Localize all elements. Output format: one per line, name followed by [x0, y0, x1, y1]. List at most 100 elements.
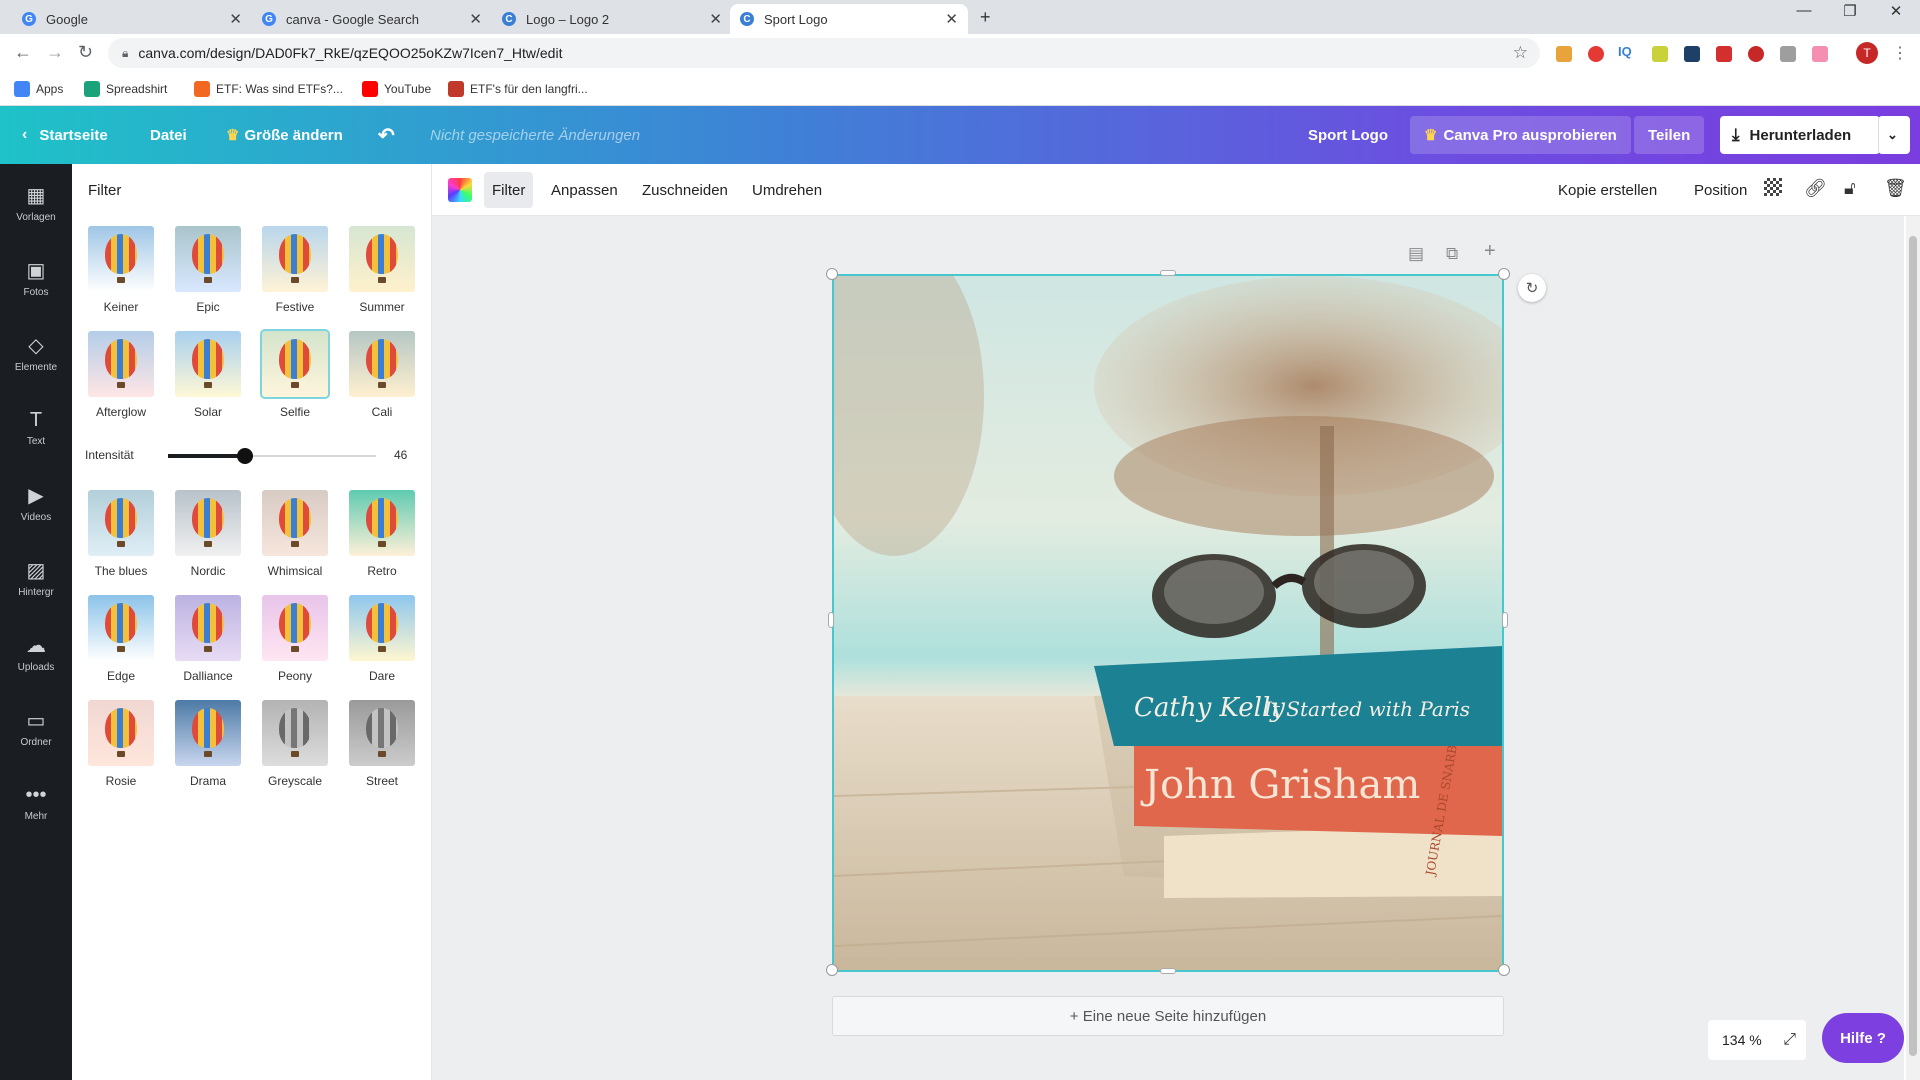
- filter-option[interactable]: The blues: [88, 490, 154, 578]
- link-icon[interactable]: 🔗︎: [1804, 178, 1827, 199]
- resize-handle[interactable]: [1498, 268, 1510, 280]
- position-button[interactable]: Position: [1686, 172, 1755, 208]
- filter-option[interactable]: Dare: [349, 595, 415, 683]
- canva-pro-button[interactable]: ♛ Canva Pro ausprobieren: [1410, 116, 1631, 154]
- close-tab-icon[interactable]: ✕: [229, 10, 242, 28]
- forward-icon[interactable]: →: [46, 42, 64, 63]
- help-button[interactable]: Hilfe ?: [1822, 1013, 1904, 1063]
- tab-crop[interactable]: Zuschneiden: [634, 172, 736, 208]
- transparency-icon[interactable]: [1764, 178, 1782, 196]
- tab-adjust[interactable]: Anpassen: [543, 172, 626, 208]
- add-page-button[interactable]: + Eine neue Seite hinzufügen: [832, 996, 1504, 1036]
- filter-option[interactable]: Keiner: [88, 226, 154, 314]
- intensity-slider-handle[interactable]: [236, 448, 253, 464]
- extension-icon[interactable]: IQ: [1618, 44, 1632, 59]
- browser-tab[interactable]: C Logo – Logo 2 ✕: [492, 4, 732, 34]
- extension-icon[interactable]: [1716, 46, 1732, 62]
- new-tab-icon[interactable]: +: [980, 7, 991, 28]
- adblock-icon[interactable]: [1748, 46, 1764, 62]
- file-menu-button[interactable]: Datei: [150, 106, 187, 164]
- close-tab-icon[interactable]: ✕: [945, 10, 958, 28]
- resize-handle[interactable]: [1502, 612, 1508, 628]
- filter-option[interactable]: Edge: [88, 595, 154, 683]
- document-title[interactable]: Sport Logo: [1308, 106, 1388, 164]
- filter-option[interactable]: Peony: [262, 595, 328, 683]
- home-button[interactable]: ‹ Startseite: [22, 106, 108, 164]
- tab-filter[interactable]: Filter: [484, 172, 534, 208]
- rail-item-videos[interactable]: ▶ Videos: [0, 466, 72, 540]
- rail-item-mehr[interactable]: ••• Mehr: [0, 766, 72, 840]
- extension-icon[interactable]: [1812, 46, 1828, 62]
- resize-handle[interactable]: [826, 268, 838, 280]
- rail-item-fotos[interactable]: ▣ Fotos: [0, 241, 72, 315]
- filter-option[interactable]: Whimsical: [262, 490, 328, 578]
- filter-option[interactable]: Festive: [262, 226, 328, 314]
- minimize-icon[interactable]: —: [1784, 2, 1824, 19]
- share-button[interactable]: Teilen: [1634, 116, 1705, 154]
- filter-option[interactable]: Nordic: [175, 490, 241, 578]
- restore-icon[interactable]: ❐: [1830, 2, 1870, 20]
- rail-item-elemente[interactable]: ◇ Elemente: [0, 316, 72, 390]
- browser-tab[interactable]: C Sport Logo ✕: [730, 4, 968, 34]
- filter-option[interactable]: Street: [349, 700, 415, 788]
- fullscreen-icon[interactable]: ⤢: [1783, 1031, 1796, 1049]
- filter-option[interactable]: Selfie: [260, 329, 330, 419]
- zoom-control[interactable]: 134 % ⤢: [1708, 1020, 1806, 1060]
- filter-option[interactable]: Epic: [175, 226, 241, 314]
- resize-handle[interactable]: [1160, 270, 1176, 276]
- back-icon[interactable]: ←: [14, 42, 32, 63]
- profile-avatar[interactable]: T: [1856, 42, 1878, 64]
- filter-option[interactable]: Summer: [349, 226, 415, 314]
- duplicate-button[interactable]: Kopie erstellen: [1550, 172, 1665, 208]
- filter-option[interactable]: Retro: [349, 490, 415, 578]
- filter-option[interactable]: Cali: [349, 331, 415, 419]
- bookmark-item[interactable]: Apps: [14, 81, 63, 97]
- rail-item-text[interactable]: T Text: [0, 391, 72, 465]
- resize-handle[interactable]: [1160, 968, 1176, 974]
- bookmark-item[interactable]: ETF's für den langfri...: [448, 81, 588, 97]
- filter-option[interactable]: Afterglow: [88, 331, 154, 419]
- resize-handle[interactable]: [828, 612, 834, 628]
- bookmark-item[interactable]: YouTube: [362, 81, 431, 97]
- filter-option[interactable]: Greyscale: [262, 700, 328, 788]
- copy-page-icon[interactable]: ⧉: [1446, 244, 1458, 264]
- rail-item-hintergr[interactable]: ▨ Hintergr: [0, 541, 72, 615]
- note-icon[interactable]: ▤: [1408, 244, 1424, 264]
- undo-icon[interactable]: ↶: [378, 106, 395, 164]
- filter-option[interactable]: Dalliance: [175, 595, 241, 683]
- resize-button[interactable]: ♛ Größe ändern: [226, 106, 343, 164]
- add-page-icon[interactable]: +: [1484, 240, 1496, 263]
- download-options-button[interactable]: ⌄: [1878, 116, 1910, 154]
- rotate-handle-icon[interactable]: ↻: [1518, 274, 1546, 302]
- filter-option[interactable]: Rosie: [88, 700, 154, 788]
- extension-icon[interactable]: [1652, 46, 1668, 62]
- bookmark-star-icon[interactable]: ☆: [1513, 43, 1528, 63]
- close-tab-icon[interactable]: ✕: [709, 10, 722, 28]
- download-button[interactable]: ⤓ Herunterladen: [1720, 116, 1880, 154]
- filter-option[interactable]: Solar: [175, 331, 241, 419]
- bookmark-item[interactable]: ETF: Was sind ETFs?...: [194, 81, 343, 97]
- close-tab-icon[interactable]: ✕: [469, 10, 482, 28]
- extension-icon[interactable]: [1556, 46, 1572, 62]
- bookmark-item[interactable]: Spreadshirt: [84, 81, 167, 97]
- color-swatch-icon[interactable]: [448, 178, 472, 202]
- tab-flip[interactable]: Umdrehen: [744, 172, 830, 208]
- lock-icon[interactable]: 🔓︎: [1844, 178, 1856, 199]
- close-window-icon[interactable]: ✕: [1876, 2, 1916, 20]
- browser-tab[interactable]: G Google ✕: [12, 4, 252, 34]
- resize-handle[interactable]: [1498, 964, 1510, 976]
- rail-item-uploads[interactable]: ☁ Uploads: [0, 616, 72, 690]
- extension-icon[interactable]: [1588, 46, 1604, 62]
- extension-icon[interactable]: [1780, 46, 1796, 62]
- reload-icon[interactable]: ↻: [78, 42, 93, 63]
- extension-icon[interactable]: [1684, 46, 1700, 62]
- browser-menu-icon[interactable]: ⋮: [1892, 43, 1908, 63]
- design-image[interactable]: Cathy Kelly It Started with Paris John G…: [832, 274, 1504, 972]
- filter-option[interactable]: Drama: [175, 700, 241, 788]
- rail-item-vorlagen[interactable]: ▦ Vorlagen: [0, 166, 72, 240]
- scrollbar-thumb[interactable]: [1909, 236, 1917, 1056]
- url-field[interactable]: 🔒︎ canva.com/design/DAD0Fk7_RkE/qzEQOO25…: [108, 38, 1540, 68]
- rail-item-ordner[interactable]: ▭ Ordner: [0, 691, 72, 765]
- trash-icon[interactable]: 🗑︎: [1884, 178, 1907, 199]
- browser-tab[interactable]: Gcanva - Google Search ✕: [252, 4, 492, 34]
